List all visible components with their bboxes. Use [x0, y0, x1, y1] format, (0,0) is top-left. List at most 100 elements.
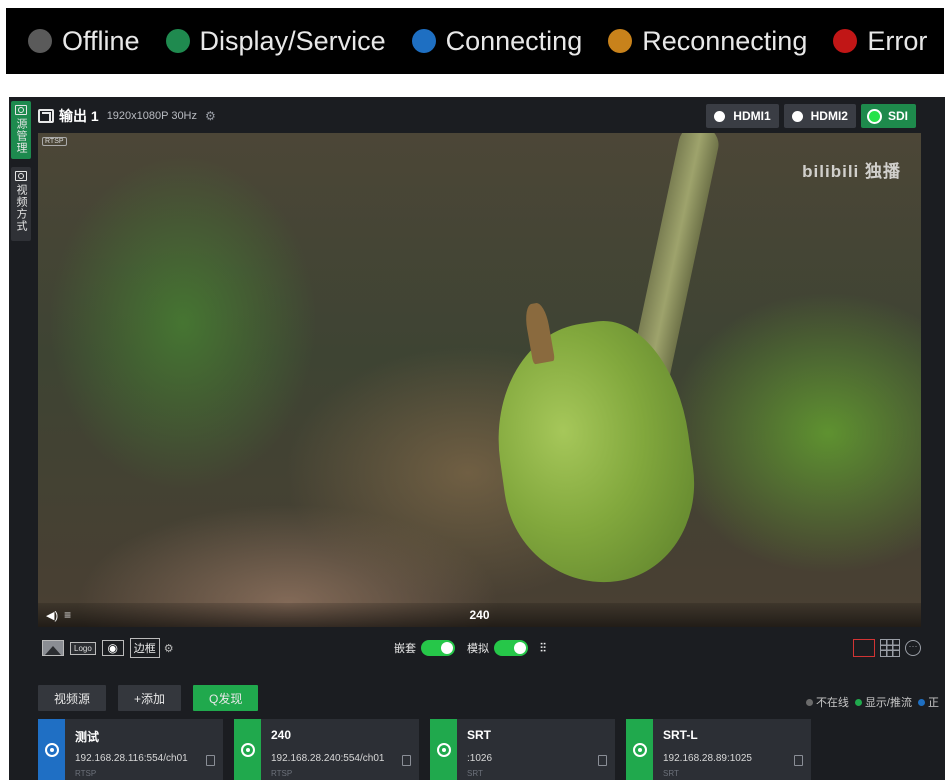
side-tab-source-management[interactable]: 源管理 [11, 101, 31, 159]
legend-connecting-label: Connecting [445, 25, 583, 56]
source-card[interactable]: SRT-L 192.168.28.89:1025 SRT [626, 719, 811, 780]
status-legend-bar: Offline Display/Service Connecting Recon… [6, 8, 944, 74]
eye-icon[interactable]: ◉ [101, 640, 124, 656]
source-protocol: SRT [467, 769, 483, 778]
source-address: :1026 [467, 753, 493, 764]
analog-label: 模拟 [467, 643, 489, 655]
legend-display-label: Display/Service [199, 25, 386, 56]
port-sdi-label: SDI [887, 109, 908, 123]
connecting-dot-icon [411, 29, 436, 53]
port-hdmi2-button[interactable]: HDMI2 [783, 104, 856, 128]
pitcher-cup-shape [482, 311, 708, 595]
video-control-bar: ◀) ≡ 240 [38, 603, 921, 627]
copy-icon[interactable] [794, 755, 803, 766]
radio-selected-icon [868, 110, 880, 122]
source-actions: 视频源 +添加 Q发现 [38, 685, 270, 711]
card-status-strip [430, 719, 457, 780]
video-source-button[interactable]: 视频源 [38, 685, 107, 711]
status-display-label: 显示/推流 [864, 697, 912, 709]
camera-icon [240, 742, 255, 757]
analog-toggle[interactable] [494, 640, 528, 656]
radio-icon [791, 110, 803, 122]
copy-icon[interactable] [598, 755, 607, 766]
source-protocol: RTSP [75, 769, 97, 778]
video-source-label: 240 [469, 608, 490, 622]
side-tab-source-label: 源管理 [15, 118, 27, 154]
status-connecting: 正 [918, 694, 939, 710]
status-connecting-label: 正 [928, 697, 939, 709]
layout-controls: ··· [853, 639, 921, 657]
output-icon [38, 109, 54, 123]
source-card-list: 测试 192.168.28.116:554/ch01 RTSP 240 192.… [38, 719, 822, 780]
offline-dot-icon [28, 29, 52, 53]
legend-error-label: Error [867, 25, 928, 56]
border-settings-gear-icon[interactable]: ⚙ [164, 642, 174, 655]
logo-button[interactable]: Logo [70, 641, 96, 655]
output-title: 输出 1 [59, 108, 99, 124]
source-card[interactable]: 测试 192.168.28.116:554/ch01 RTSP [38, 719, 223, 780]
status-offline: 不在线 [805, 694, 849, 710]
legend-offline: Offline [28, 26, 140, 57]
side-tabs: 源管理 视频方式 [9, 97, 33, 780]
legend-reconnecting-label: Reconnecting [642, 25, 808, 56]
offline-dot-icon [805, 698, 813, 706]
discover-button[interactable]: Q发现 [193, 685, 259, 711]
legend-error: Error [833, 26, 927, 57]
source-address: 192.168.28.240:554/ch01 [271, 753, 385, 764]
card-status-strip [38, 719, 65, 780]
source-name: 测试 [75, 730, 100, 744]
port-hdmi2-label: HDMI2 [810, 109, 848, 123]
add-source-button[interactable]: +添加 [118, 685, 182, 711]
video-preview[interactable]: RTSP bilibili 独播 ◀) ≡ 240 [38, 133, 921, 627]
source-status-legend: 不在线 显示/推流 正 [805, 694, 945, 710]
status-display: 显示/推流 [854, 694, 912, 710]
side-tab-video-mode[interactable]: 视频方式 [11, 167, 31, 241]
source-card[interactable]: SRT :1026 SRT [430, 719, 615, 780]
video-watermark: bilibili 独播 [802, 162, 901, 181]
port-sdi-button[interactable]: SDI [860, 104, 916, 128]
legend-offline-label: Offline [62, 25, 140, 56]
source-card[interactable]: 240 192.168.28.240:554/ch01 RTSP [234, 719, 419, 780]
border-button[interactable]: 边框 [129, 638, 160, 658]
copy-icon[interactable] [206, 755, 215, 766]
output-settings-gear-icon[interactable]: ⚙ [205, 109, 216, 123]
legend-reconnecting: Reconnecting [608, 26, 807, 57]
output-control-app: 源管理 视频方式 输出 1 1920x1080P 30Hz ⚙ HDMI1 HD… [9, 97, 945, 780]
port-hdmi1-button[interactable]: HDMI1 [706, 104, 779, 128]
card-status-strip [234, 719, 261, 780]
equalizer-icon[interactable]: ⫶⫶ [540, 641, 546, 656]
camera-icon [44, 742, 59, 757]
source-address: 192.168.28.116:554/ch01 [75, 753, 188, 764]
source-name: SRT [467, 728, 491, 742]
source-icon [15, 105, 27, 115]
display-dot-icon [854, 698, 862, 706]
image-overlay-icon[interactable] [42, 640, 64, 656]
grid-layout-icon[interactable] [880, 639, 900, 657]
card-status-strip [626, 719, 653, 780]
camera-icon [436, 742, 451, 757]
camera-icon [632, 742, 647, 757]
more-options-icon[interactable]: ··· [905, 640, 921, 656]
toggle-group: 嵌套 模拟 ⫶⫶ [394, 640, 546, 656]
overlay-toolbar: Logo ◉ 边框 ⚙ 嵌套 模拟 ⫶⫶ ··· [38, 631, 921, 665]
output-resolution: 1920x1080P 30Hz [106, 110, 198, 122]
stream-protocol-tag: RTSP [42, 137, 67, 146]
image-icon [15, 171, 27, 181]
source-name: SRT-L [663, 728, 698, 742]
copy-icon[interactable] [402, 755, 411, 766]
error-dot-icon [833, 29, 858, 53]
single-layout-icon[interactable] [853, 639, 875, 657]
output-port-selector: HDMI1 HDMI2 SDI [701, 104, 916, 128]
source-name: 240 [271, 728, 292, 742]
legend-connecting: Connecting [411, 25, 583, 57]
port-hdmi1-label: HDMI1 [733, 109, 771, 123]
legend-display-service: Display/Service [165, 25, 386, 57]
embed-toggle[interactable] [421, 640, 455, 656]
embed-label: 嵌套 [394, 643, 416, 655]
connecting-dot-icon [918, 698, 925, 706]
source-address: 192.168.28.89:1025 [663, 753, 752, 764]
side-tab-video-label: 视频方式 [15, 184, 27, 232]
reconnecting-dot-icon [608, 29, 633, 53]
output-header: 输出 1 1920x1080P 30Hz ⚙ HDMI1 HDMI2 SDI [38, 101, 916, 131]
radio-icon [714, 110, 726, 122]
